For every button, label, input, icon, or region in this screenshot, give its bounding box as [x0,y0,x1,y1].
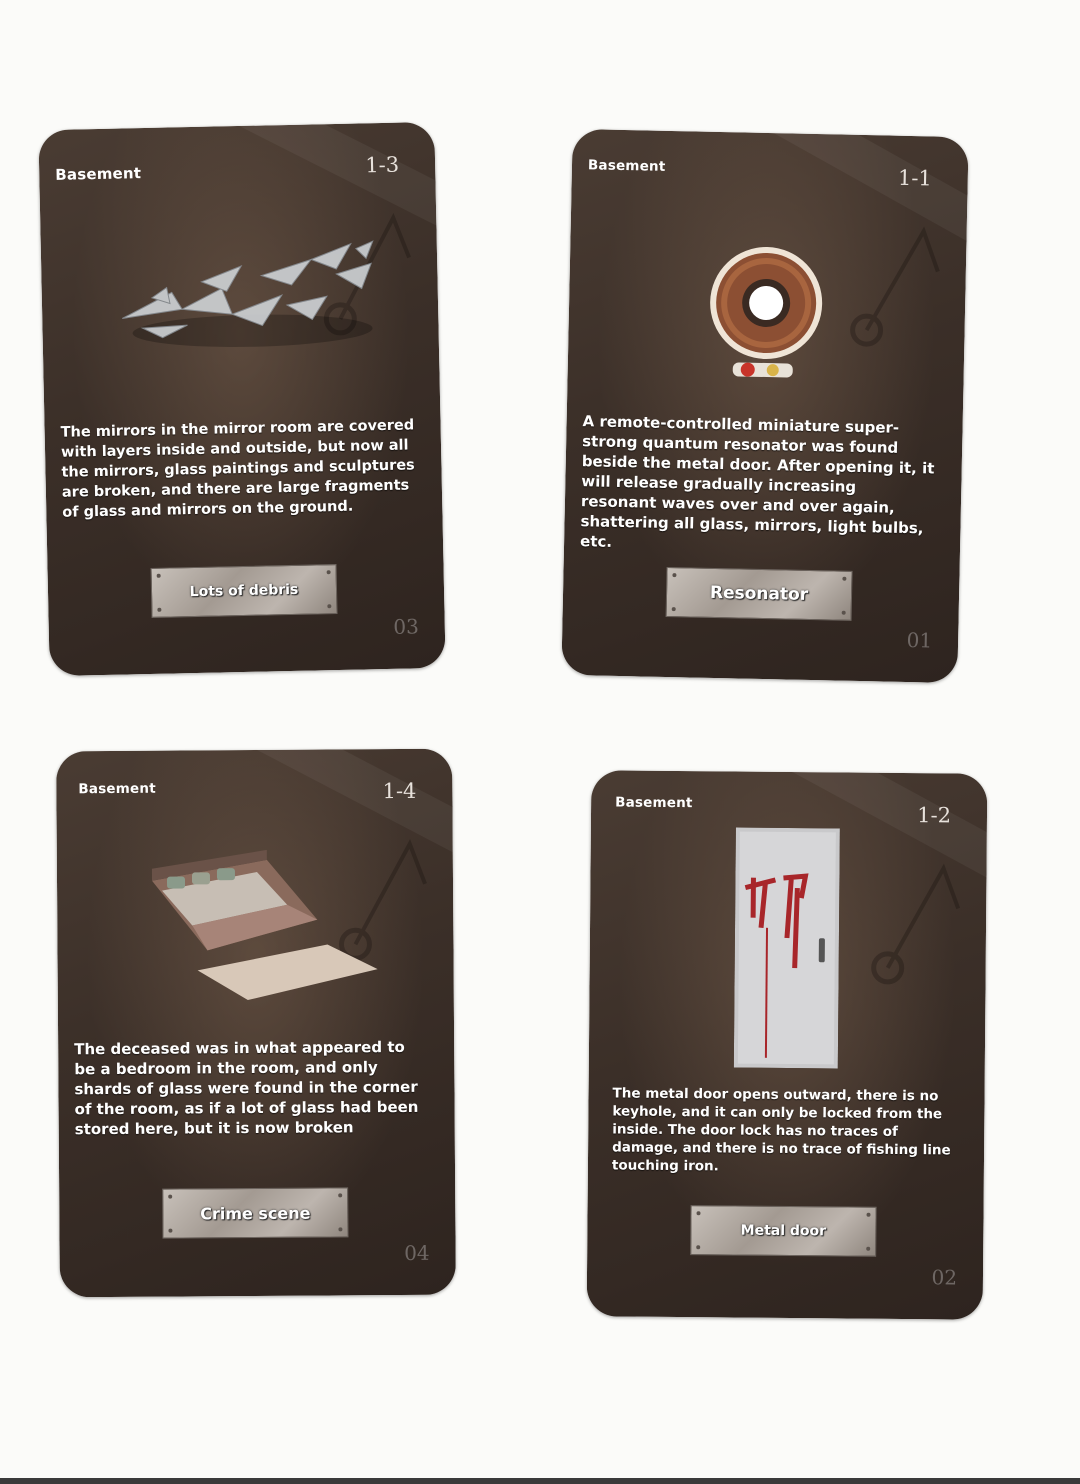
clue-card-1-4[interactable]: Basement 1-4 The deceased was in what ap… [56,748,456,1298]
card-label-plaque: Metal door [690,1205,877,1257]
clue-card-1-3[interactable]: Basement 1-3 The mirrors in the mirror r… [38,121,446,677]
bed-icon [151,849,378,1001]
broken-glass-icon [122,240,374,347]
clue-card-1-1[interactable]: Basement 1-1 A remote-controlled miniatu… [561,128,969,684]
card-location: Basement [55,164,142,184]
resonator-coil-icon [710,247,823,378]
card-label: Lots of debris [189,581,299,601]
card-description: The deceased was in what appeared to be … [74,1037,419,1139]
card-number: 02 [931,1265,958,1290]
scan-edge [0,1478,1080,1484]
card-label-plaque: Resonator [665,566,853,621]
card-label-plaque: Lots of debris [150,564,338,618]
card-location: Basement [78,780,156,798]
card-label: Metal door [740,1222,827,1240]
card-code: 1-3 [365,152,400,178]
card-code: 1-4 [382,778,417,804]
card-label-plaque: Crime scene [162,1187,349,1239]
card-description: The mirrors in the mirror room are cover… [60,417,415,521]
card-code: 1-1 [897,165,933,191]
card-location: Basement [587,157,666,175]
clue-card-1-2[interactable]: Basement 1-2 The metal door opens outwar… [586,770,988,1320]
card-label: Crime scene [200,1203,311,1223]
wall-decoration-icon [871,863,961,985]
card-location: Basement [615,794,693,812]
card-description: A remote-controlled miniature super-stro… [579,412,935,551]
card-label: Resonator [709,582,809,605]
card-number: 01 [906,628,933,653]
metal-door-icon [733,827,840,1069]
card-number: 04 [404,1240,430,1265]
card-number: 03 [393,614,420,639]
card-code: 1-2 [917,803,952,828]
card-description: The metal door opens outward, there is n… [611,1085,951,1175]
